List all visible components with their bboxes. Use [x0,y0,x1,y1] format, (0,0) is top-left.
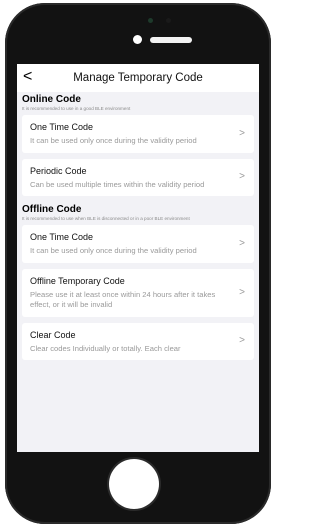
item-title: One Time Code [30,122,94,132]
item-description: Clear codes Individually or totally. Eac… [30,343,181,353]
item-description: Please use it at least once within 24 ho… [30,289,216,310]
offline-one-time-code-item[interactable]: One Time Code It can be used only once d… [22,225,254,263]
chevron-right-icon: > [239,127,245,139]
page-title: Manage Temporary Code [73,72,203,84]
clear-code-item[interactable]: Clear Code Clear codes Individually or t… [22,322,254,360]
item-title: One Time Code [30,232,94,242]
offline-temporary-code-item[interactable]: Offline Temporary Code Please use it at … [22,268,254,317]
item-title: Clear Code [30,329,76,340]
home-button[interactable] [109,459,159,509]
section-subtitle: It is recommended to use when BLE is dis… [22,216,190,221]
app-screen: < Manage Temporary Code Online Code It i… [17,64,259,452]
nav-bar: < Manage Temporary Code [17,64,259,92]
chevron-right-icon: > [239,237,245,249]
chevron-right-icon: > [239,286,245,298]
online-section-header: Online Code It is recommended to use in … [17,92,259,115]
front-camera [133,35,142,44]
light-sensor [166,18,171,23]
item-title: Periodic Code [30,165,87,176]
online-one-time-code-item[interactable]: One Time Code It can be used only once d… [22,115,254,153]
item-description: Can be used multiple times within the va… [30,179,205,189]
section-title: Offline Code [22,204,82,215]
section-title: Online Code [22,94,81,105]
proximity-sensor [148,18,153,23]
item-description: It can be used only once during the vali… [30,246,197,255]
earpiece-speaker [150,37,192,43]
item-title: Offline Temporary Code [30,275,125,286]
chevron-right-icon: > [239,171,245,183]
offline-section-header: Offline Code It is recommended to use wh… [17,202,259,225]
section-subtitle: It is recommended to use in a good BLE e… [22,106,131,111]
online-periodic-code-item[interactable]: Periodic Code Can be used multiple times… [22,158,254,196]
item-description: It can be used only once during the vali… [30,136,197,145]
chevron-right-icon: > [239,335,245,347]
